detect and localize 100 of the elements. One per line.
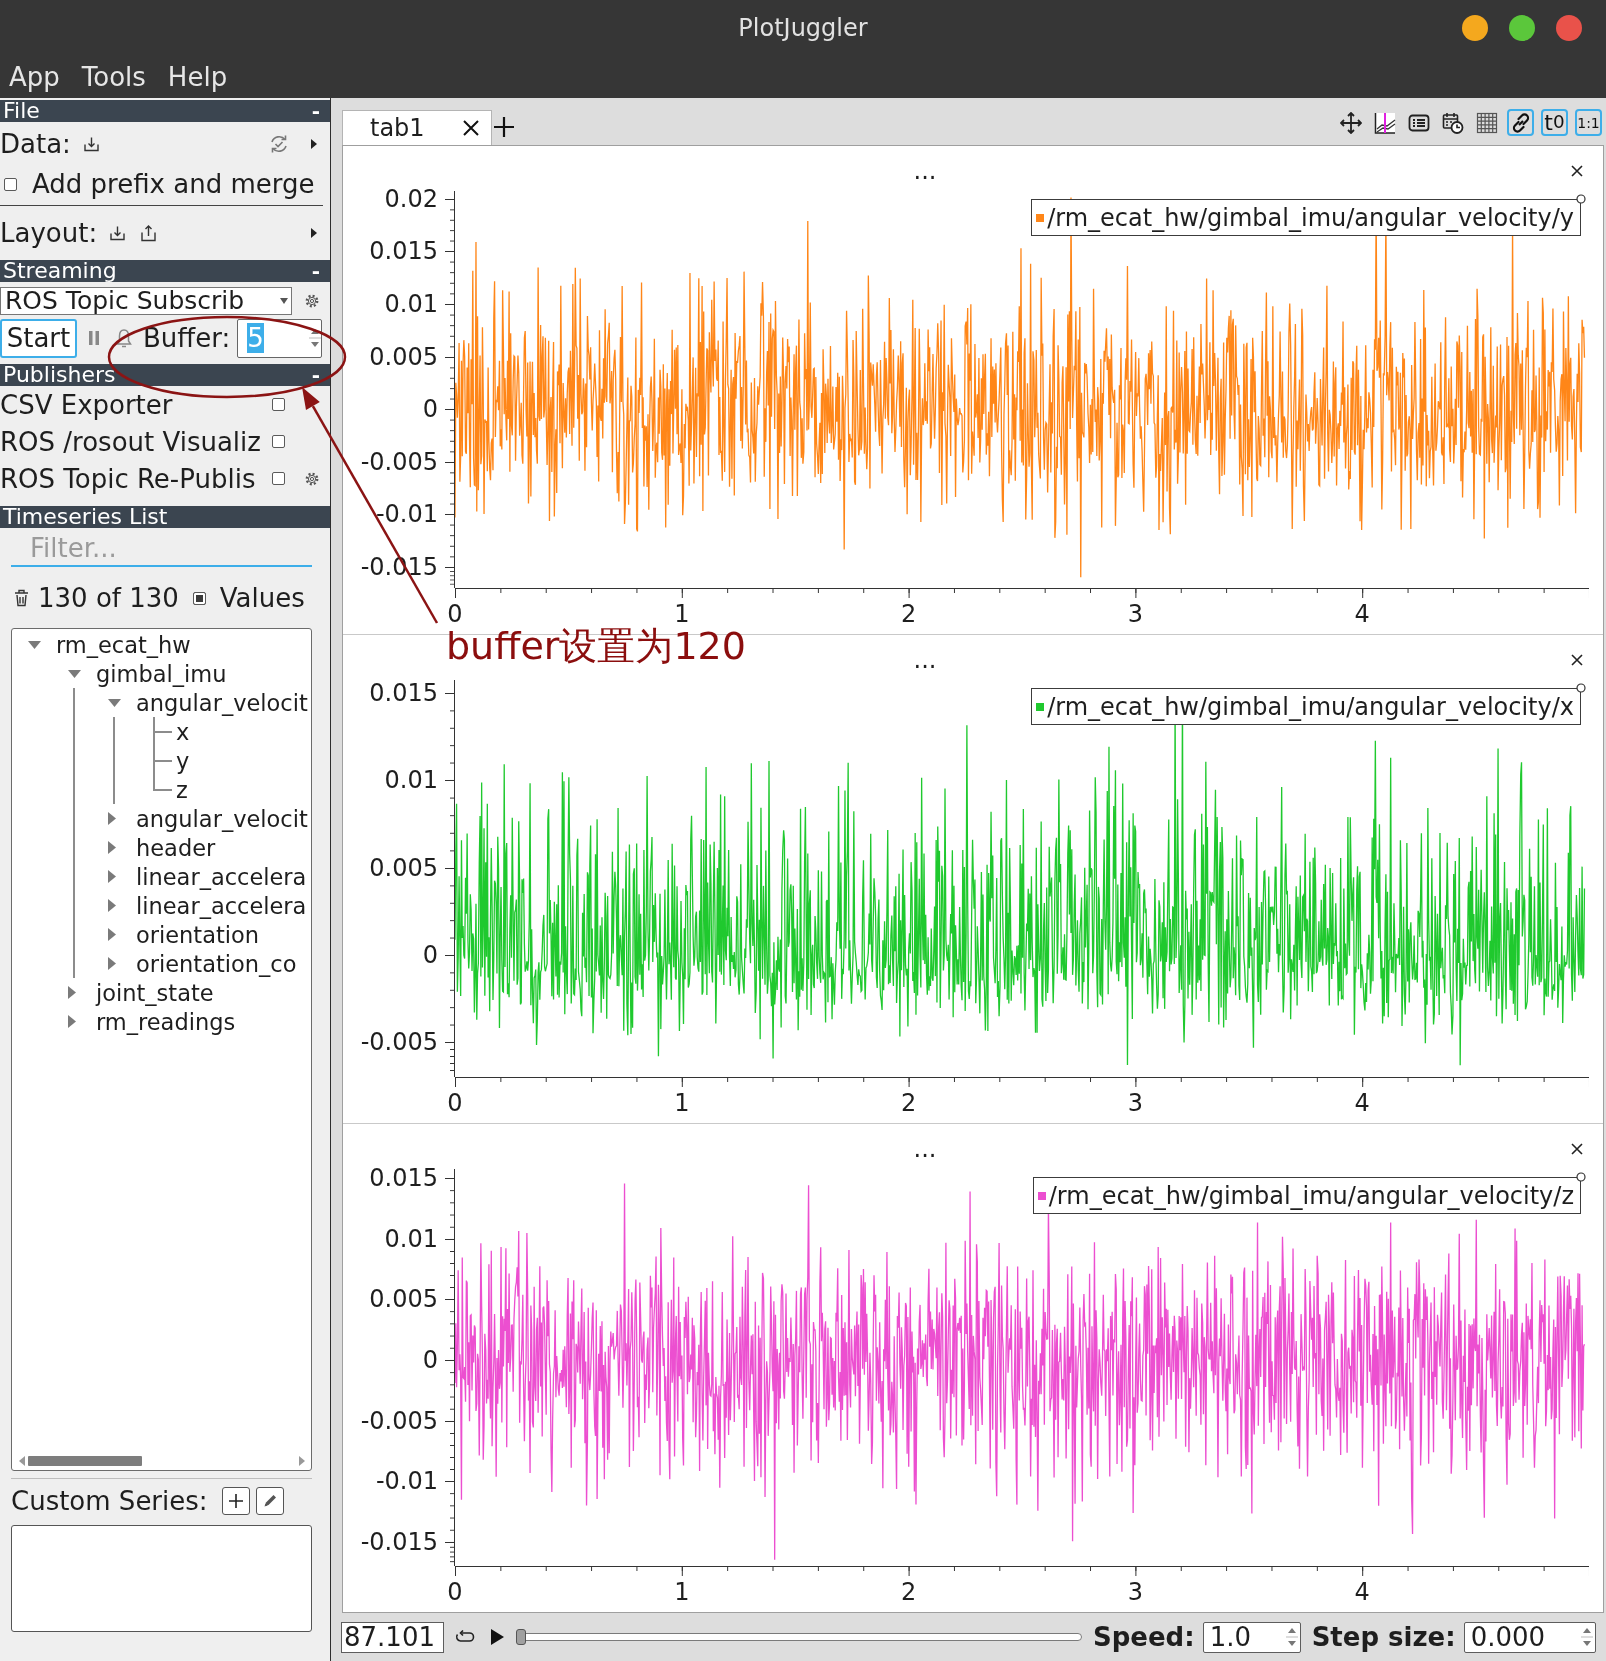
save-layout-icon[interactable] bbox=[140, 224, 158, 242]
menu-item[interactable]: App bbox=[9, 61, 60, 92]
x-tick-label: 1 bbox=[674, 602, 690, 626]
expanded-arrow-icon[interactable] bbox=[68, 669, 81, 678]
tree-item[interactable]: linear_accelera bbox=[136, 892, 307, 919]
window-control-icon[interactable] bbox=[1509, 14, 1535, 41]
dropdown-arrow-icon bbox=[280, 298, 288, 304]
collapsed-arrow-icon[interactable] bbox=[108, 870, 116, 883]
checkbox-label[interactable]: Add prefix and merge bbox=[32, 169, 315, 199]
pause-icon[interactable] bbox=[88, 330, 100, 346]
start-button[interactable]: Start bbox=[0, 318, 77, 358]
expanded-arrow-icon[interactable] bbox=[108, 698, 121, 707]
tree-item[interactable]: orientation bbox=[136, 921, 260, 948]
settings-icon[interactable] bbox=[305, 471, 319, 486]
collapsed-arrow-icon[interactable] bbox=[108, 899, 116, 912]
tree-item[interactable]: orientation_co bbox=[136, 950, 297, 977]
checkbox[interactable] bbox=[272, 398, 285, 411]
plot-title[interactable]: ... bbox=[913, 1134, 937, 1163]
edit-series-button[interactable] bbox=[255, 1487, 284, 1515]
section-title: Streaming bbox=[3, 260, 117, 282]
resize-handle-icon[interactable] bbox=[1576, 194, 1586, 204]
collapsed-arrow-icon[interactable] bbox=[108, 841, 116, 854]
add-series-button[interactable] bbox=[221, 1487, 250, 1515]
tree-item[interactable]: x bbox=[176, 718, 190, 745]
speed-field[interactable]: 1.0 bbox=[1202, 1621, 1301, 1653]
load-layout-icon[interactable] bbox=[109, 225, 127, 241]
x-tick-label: 2 bbox=[900, 602, 917, 626]
link-button[interactable] bbox=[1507, 109, 1534, 136]
scrollbar-thumb[interactable] bbox=[28, 1455, 142, 1466]
close-icon[interactable] bbox=[1571, 1142, 1583, 1155]
y-tick-label: 0.01 bbox=[384, 1226, 438, 1251]
loop-icon[interactable] bbox=[455, 1630, 475, 1644]
window-control-icon[interactable] bbox=[1556, 14, 1582, 41]
collapsed-arrow-icon[interactable] bbox=[108, 957, 116, 970]
y-tick-label: 0.01 bbox=[384, 768, 438, 793]
scroll-left-icon[interactable] bbox=[19, 1455, 25, 1466]
checkbox-label[interactable]: Values bbox=[219, 583, 305, 613]
settings-icon[interactable] bbox=[305, 294, 319, 308]
collapse-button[interactable]: - bbox=[311, 101, 320, 121]
load-data-icon[interactable] bbox=[82, 136, 100, 152]
menu-item[interactable]: Help bbox=[167, 61, 228, 92]
window-control-icon[interactable] bbox=[1462, 14, 1488, 41]
checkbox[interactable] bbox=[272, 472, 285, 485]
toggle-button[interactable]: 1:1 bbox=[1575, 109, 1602, 136]
legend[interactable]: /rm_ecat_hw/gimbal_imu/angular_velocity/z bbox=[1032, 1177, 1581, 1214]
plot-title[interactable]: ... bbox=[913, 156, 937, 185]
legend[interactable]: /rm_ecat_hw/gimbal_imu/angular_velocity/x bbox=[1031, 688, 1581, 725]
x-tick-label: 0 bbox=[447, 1580, 463, 1604]
tree-item[interactable]: linear_accelera bbox=[136, 863, 307, 890]
y-tick-label: 0.015 bbox=[369, 681, 438, 706]
tree-item[interactable]: z bbox=[176, 776, 188, 803]
section-header[interactable]: File - bbox=[0, 100, 330, 122]
tree-item[interactable]: angular_velocit bbox=[136, 689, 308, 716]
reload-icon[interactable] bbox=[269, 134, 289, 154]
tab-label[interactable]: tab1 bbox=[370, 114, 425, 142]
tree-item[interactable]: y bbox=[176, 747, 190, 774]
collapse-button[interactable]: - bbox=[311, 365, 320, 385]
close-icon[interactable] bbox=[1571, 653, 1583, 666]
collapsed-arrow-icon[interactable] bbox=[108, 812, 116, 825]
data-label: Data: bbox=[0, 129, 71, 159]
close-icon[interactable] bbox=[461, 118, 481, 138]
custom-series-label: Custom Series: bbox=[11, 1486, 208, 1516]
tree-item[interactable]: header bbox=[136, 834, 216, 861]
tree-item[interactable]: rm_ecat_hw bbox=[56, 631, 191, 658]
move-button[interactable] bbox=[1337, 109, 1364, 136]
tree-item[interactable]: rm_readings bbox=[96, 1008, 236, 1035]
time-field[interactable]: 87.101 bbox=[341, 1621, 444, 1653]
legend[interactable]: /rm_ecat_hw/gimbal_imu/angular_velocity/y bbox=[1031, 199, 1581, 236]
section-header[interactable]: Streaming - bbox=[0, 260, 330, 282]
tree-item[interactable]: angular_velocit bbox=[136, 805, 308, 832]
timeline-slider[interactable] bbox=[516, 1629, 1082, 1645]
submenu-arrow-icon[interactable] bbox=[311, 139, 317, 149]
resize-handle-icon[interactable] bbox=[1576, 683, 1586, 693]
bell-icon[interactable] bbox=[115, 328, 133, 348]
scroll-right-icon[interactable] bbox=[299, 1455, 305, 1466]
checkbox[interactable] bbox=[4, 177, 17, 191]
slider-thumb[interactable] bbox=[516, 1629, 526, 1645]
menu-item[interactable]: Tools bbox=[81, 61, 146, 92]
collapsed-arrow-icon[interactable] bbox=[108, 928, 116, 941]
section-header[interactable]: Timeseries List bbox=[0, 506, 330, 528]
collapsed-arrow-icon[interactable] bbox=[68, 1015, 76, 1028]
tree-item[interactable]: joint_state bbox=[96, 979, 214, 1006]
step-size-field[interactable]: 0.000 bbox=[1463, 1621, 1596, 1653]
collapsed-arrow-icon[interactable] bbox=[68, 986, 76, 999]
submenu-arrow-icon[interactable] bbox=[311, 228, 317, 238]
checkbox[interactable] bbox=[192, 591, 206, 605]
resize-handle-icon[interactable] bbox=[1576, 1172, 1586, 1182]
checkbox[interactable] bbox=[272, 435, 285, 448]
collapse-button[interactable]: - bbox=[311, 261, 320, 281]
plot-title[interactable]: ... bbox=[913, 645, 937, 674]
trash-icon[interactable] bbox=[14, 589, 29, 607]
section-header[interactable]: Publishers - bbox=[0, 364, 330, 386]
add-tab-icon[interactable] bbox=[492, 115, 516, 139]
close-icon[interactable] bbox=[1571, 164, 1583, 177]
tab[interactable]: tab1 bbox=[342, 110, 492, 145]
play-icon[interactable] bbox=[490, 1629, 504, 1645]
expanded-arrow-icon[interactable] bbox=[28, 640, 41, 649]
tree-item[interactable]: gimbal_imu bbox=[96, 660, 227, 687]
filter-field[interactable]: Filter... bbox=[11, 531, 312, 567]
source-dropdown[interactable]: ROS Topic Subscrib bbox=[0, 287, 292, 315]
